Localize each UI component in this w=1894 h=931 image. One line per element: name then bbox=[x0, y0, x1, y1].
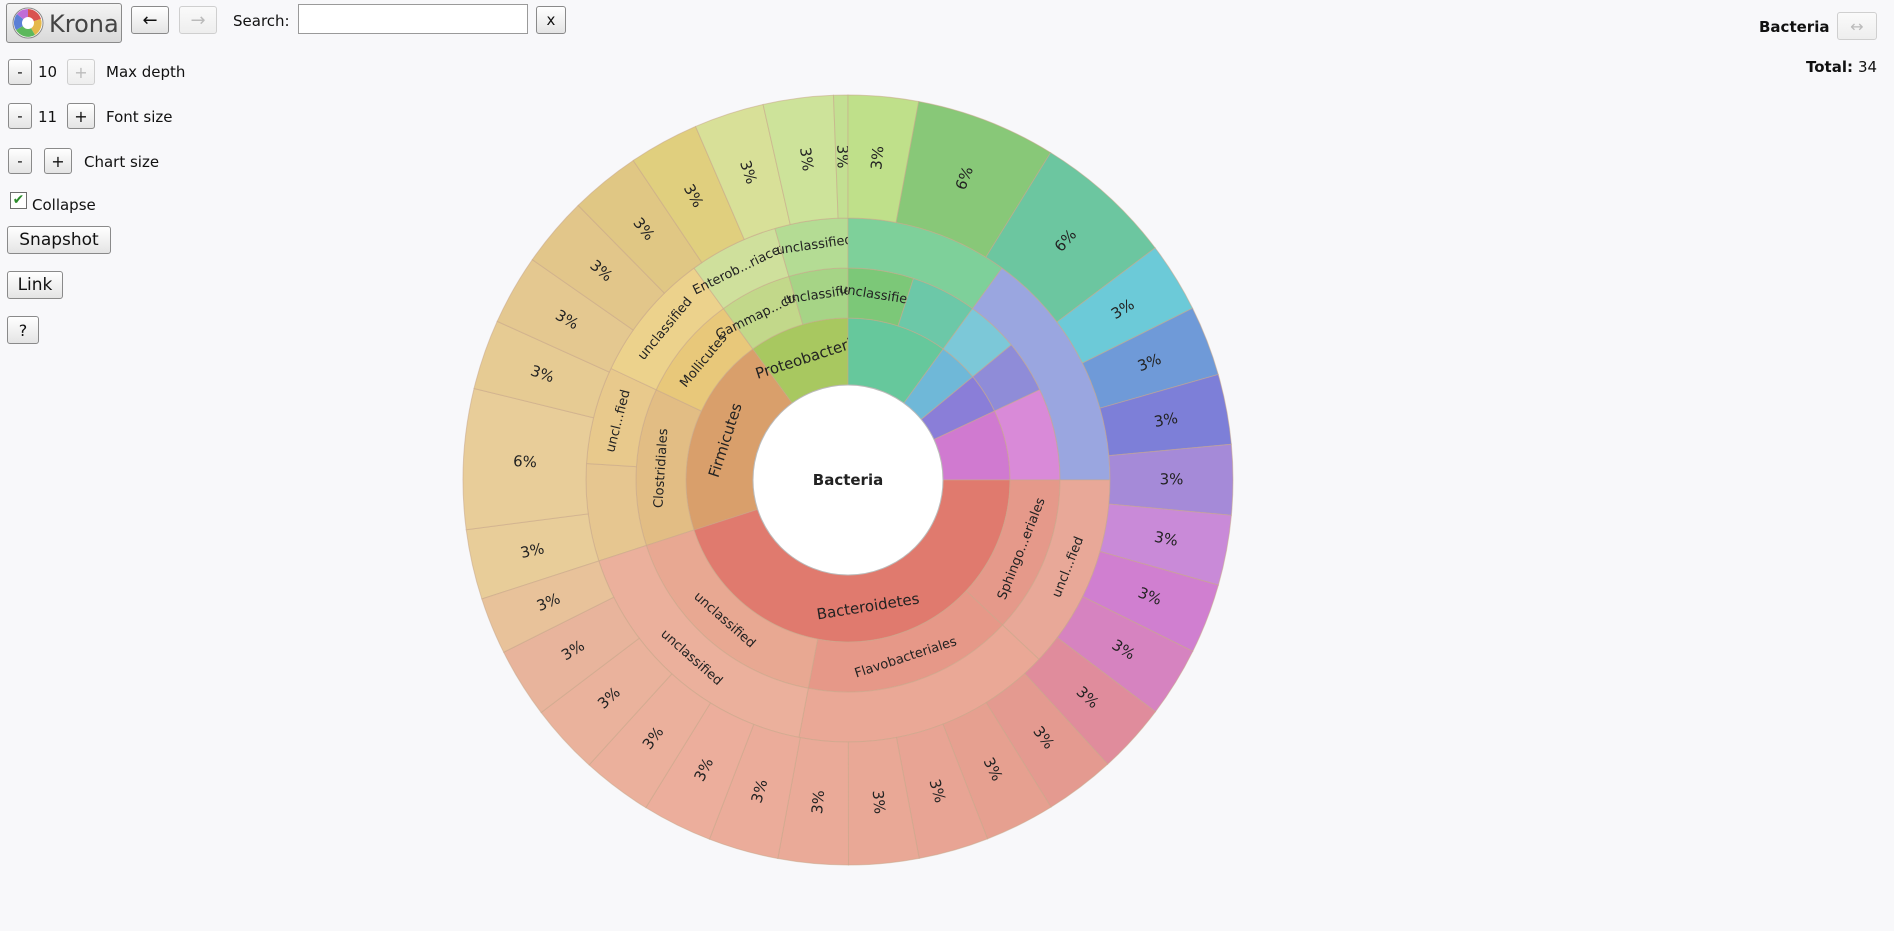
sunburst-label-ring3-16: 3% bbox=[1160, 470, 1184, 488]
sunburst-label-ring3-25: 3% bbox=[808, 789, 828, 814]
sunburst-label-ring3-24: 3% bbox=[869, 789, 889, 814]
sunburst-label-ring3-10: 3% bbox=[867, 145, 887, 170]
center-label: Bacteria bbox=[813, 471, 883, 489]
sunburst-chart[interactable]: FirmicutesProteobacteriaBacteroidetesClo… bbox=[0, 0, 1894, 931]
sunburst-label-ring3-1: 6% bbox=[513, 452, 538, 471]
sunburst-label-ring3-8: 3% bbox=[796, 146, 817, 172]
